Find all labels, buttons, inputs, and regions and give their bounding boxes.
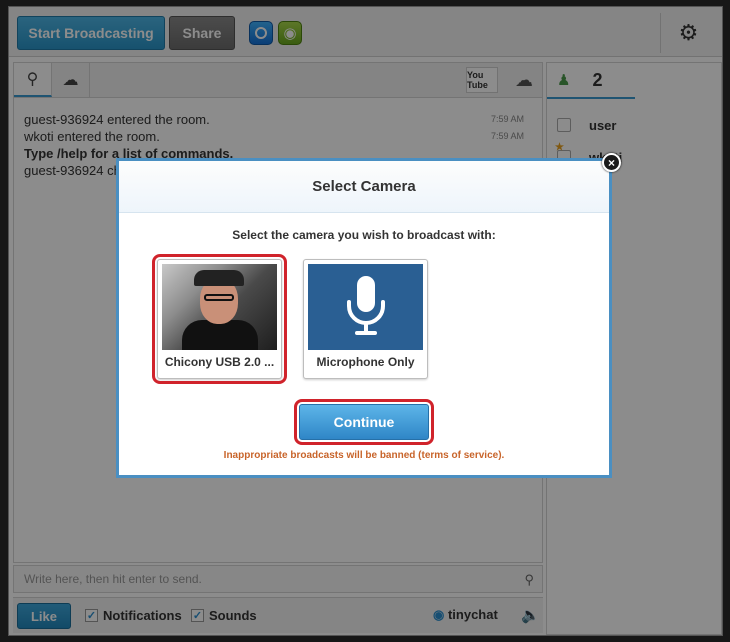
microphone-icon (308, 264, 423, 350)
select-camera-dialog: Select Camera Select the camera you wish… (116, 158, 612, 478)
camera-option-label: Microphone Only (316, 355, 415, 369)
terms-of-service-link[interactable]: terms of service (421, 450, 498, 461)
dialog-prompt: Select the camera you wish to broadcast … (232, 228, 496, 242)
app-window: Start Broadcasting Share ◉ ⚙ ⚲ ☁ You Tub… (0, 0, 730, 642)
webcam-preview (162, 264, 277, 350)
continue-button[interactable]: Continue (294, 399, 434, 445)
camera-option-label: Chicony USB 2.0 ... (164, 355, 275, 369)
camera-option-webcam[interactable]: Chicony USB 2.0 ... (152, 254, 287, 384)
camera-option-microphone[interactable]: Microphone Only (303, 259, 428, 379)
broadcast-warning: Inappropriate broadcasts will be banned … (223, 450, 505, 461)
dialog-title: Select Camera (119, 161, 609, 213)
close-dialog-button[interactable]: × (602, 153, 621, 172)
